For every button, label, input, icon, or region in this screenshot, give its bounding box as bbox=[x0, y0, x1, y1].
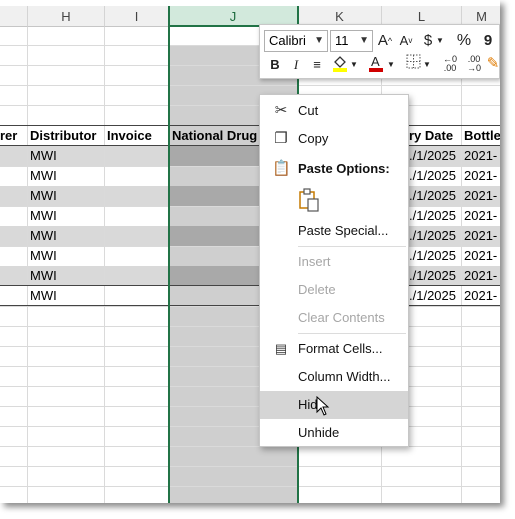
header-distributor[interactable]: Distributor bbox=[28, 126, 104, 146]
grow-font-button[interactable]: A^ bbox=[377, 31, 393, 51]
cell-bottle[interactable]: 2021- bbox=[464, 186, 497, 206]
cell-distributor[interactable]: MWI bbox=[30, 226, 57, 246]
grow-font-icon: A bbox=[377, 32, 388, 49]
menu-item-label: Format Cells... bbox=[298, 341, 383, 356]
chevron-down-icon: ▼ bbox=[359, 35, 369, 46]
menu-item-delete: Delete bbox=[260, 276, 408, 304]
chevron-down-icon: ▼ bbox=[314, 35, 324, 46]
cell-date[interactable]: ./1/2025 bbox=[409, 266, 456, 286]
cell-bottle[interactable]: 2021- bbox=[464, 266, 497, 286]
cell-date[interactable]: ./1/2025 bbox=[409, 206, 456, 226]
column-header-g[interactable] bbox=[0, 6, 28, 27]
cell-bottle[interactable]: 2021- bbox=[464, 206, 497, 226]
format-cells-icon: ▤ bbox=[274, 341, 288, 356]
menu-paste-options-heading: 📋 Paste Options: bbox=[260, 155, 408, 183]
chevron-down-icon[interactable]: ▼ bbox=[423, 55, 431, 75]
header-invoice[interactable]: Invoice bbox=[105, 126, 168, 146]
cell-date[interactable]: ./1/2025 bbox=[409, 286, 456, 306]
cell-distributor[interactable]: MWI bbox=[30, 266, 57, 286]
font-size-select[interactable]: 11 ▼ bbox=[330, 30, 373, 52]
svg-text:A: A bbox=[371, 54, 380, 69]
menu-item-paste-special[interactable]: Paste Special... bbox=[260, 217, 408, 245]
column-header-h[interactable]: H bbox=[28, 6, 105, 27]
menu-item-column-width[interactable]: Column Width... bbox=[260, 363, 408, 391]
copy-icon: ❐ bbox=[274, 130, 288, 147]
font-name-select[interactable]: Calibri ▼ bbox=[264, 30, 328, 52]
chevron-down-icon[interactable]: ▼ bbox=[350, 55, 358, 75]
font-size-value: 11 bbox=[335, 33, 349, 48]
paste-button[interactable] bbox=[260, 185, 408, 217]
grid-line bbox=[461, 27, 462, 503]
menu-item-unhide[interactable]: Unhide bbox=[260, 419, 408, 447]
header-manufacturer[interactable]: rer bbox=[0, 126, 27, 146]
spreadsheet[interactable]: H I J K L M rer Distributor Invoice Nati… bbox=[0, 0, 500, 503]
menu-item-cut[interactable]: ✂ Cut bbox=[260, 97, 408, 125]
cell-bottle[interactable]: 2021- bbox=[464, 286, 497, 306]
menu-item-label: Paste Options: bbox=[298, 161, 390, 176]
cell-date[interactable]: ./1/2025 bbox=[409, 166, 456, 186]
paste-icon: 📋 bbox=[272, 160, 291, 177]
increase-decimal-icon[interactable]: ←0.00 bbox=[440, 55, 460, 73]
menu-item-copy[interactable]: ❐ Copy bbox=[260, 125, 408, 153]
cell-distributor[interactable]: MWI bbox=[30, 186, 57, 206]
menu-item-label: Unhide bbox=[298, 425, 340, 440]
grid-line bbox=[27, 27, 28, 503]
mini-toolbar: Calibri ▼ 11 ▼ A^ Av $ ▼ % 9 B I ≡ ▼ A ▼… bbox=[259, 24, 500, 79]
cell-bottle[interactable]: 2021- bbox=[464, 246, 497, 266]
font-name-value: Calibri bbox=[269, 33, 306, 48]
menu-item-label: Column Width... bbox=[298, 369, 391, 384]
header-bottle[interactable]: Bottle bbox=[462, 126, 500, 146]
grid-line bbox=[104, 27, 105, 503]
cell-distributor[interactable]: MWI bbox=[30, 166, 57, 186]
chevron-down-icon[interactable]: ▼ bbox=[387, 55, 395, 75]
cell-date[interactable]: ./1/2025 bbox=[409, 246, 456, 266]
cell-distributor[interactable]: MWI bbox=[30, 146, 57, 166]
fill-color-button[interactable] bbox=[332, 54, 348, 78]
bold-button[interactable]: B bbox=[268, 55, 282, 75]
percent-style-button[interactable]: % bbox=[456, 31, 472, 51]
shrink-font-button[interactable]: Av bbox=[398, 31, 414, 51]
chevron-down-icon[interactable]: ▼ bbox=[436, 31, 444, 51]
mouse-pointer-icon bbox=[316, 396, 330, 416]
accounting-format-button[interactable]: $ bbox=[421, 31, 435, 51]
cell-date[interactable]: ./1/2025 bbox=[409, 186, 456, 206]
cell-distributor[interactable]: MWI bbox=[30, 246, 57, 266]
clipboard-icon bbox=[299, 188, 319, 212]
header-expiry-date[interactable]: ry Date bbox=[409, 126, 461, 146]
cell-date[interactable]: ./1/2025 bbox=[409, 146, 456, 166]
font-color-button[interactable]: A bbox=[368, 54, 384, 78]
align-center-icon[interactable]: ≡ bbox=[310, 55, 324, 75]
column-header-i[interactable]: I bbox=[105, 6, 169, 27]
font-color-icon: A bbox=[369, 54, 383, 72]
fill-bucket-icon bbox=[333, 56, 347, 72]
borders-button[interactable] bbox=[405, 54, 421, 75]
cell-distributor[interactable]: MWI bbox=[30, 286, 57, 306]
context-menu: ✂ Cut ❐ Copy 📋 Paste Options: Paste Spec… bbox=[259, 94, 409, 447]
menu-separator bbox=[298, 333, 406, 334]
menu-item-label: Paste Special... bbox=[298, 223, 389, 238]
cell-bottle[interactable]: 2021- bbox=[464, 226, 497, 246]
comma-style-button[interactable]: 9 bbox=[482, 31, 494, 51]
borders-icon bbox=[406, 54, 420, 69]
cell-distributor[interactable]: MWI bbox=[30, 206, 57, 226]
format-painter-icon[interactable]: ✎ bbox=[486, 54, 500, 74]
cell-date[interactable]: ./1/2025 bbox=[409, 226, 456, 246]
menu-item-label: Copy bbox=[298, 131, 329, 146]
menu-item-format-cells[interactable]: ▤ Format Cells... bbox=[260, 335, 408, 363]
menu-separator bbox=[298, 246, 406, 247]
menu-item-label: Cut bbox=[298, 103, 319, 118]
italic-button[interactable]: I bbox=[290, 55, 302, 75]
menu-item-label: Delete bbox=[298, 282, 336, 297]
menu-item-hide[interactable]: Hide bbox=[260, 391, 408, 419]
menu-item-insert: Insert bbox=[260, 248, 408, 276]
menu-item-label: Clear Contents bbox=[298, 310, 385, 325]
decrease-decimal-icon[interactable]: .00 →0 bbox=[464, 55, 484, 73]
menu-item-clear-contents: Clear Contents bbox=[260, 304, 408, 332]
cell-bottle[interactable]: 2021- bbox=[464, 166, 497, 186]
scissors-icon: ✂ bbox=[274, 102, 288, 119]
menu-item-label: Insert bbox=[298, 254, 331, 269]
cell-bottle[interactable]: 2021- bbox=[464, 146, 497, 166]
